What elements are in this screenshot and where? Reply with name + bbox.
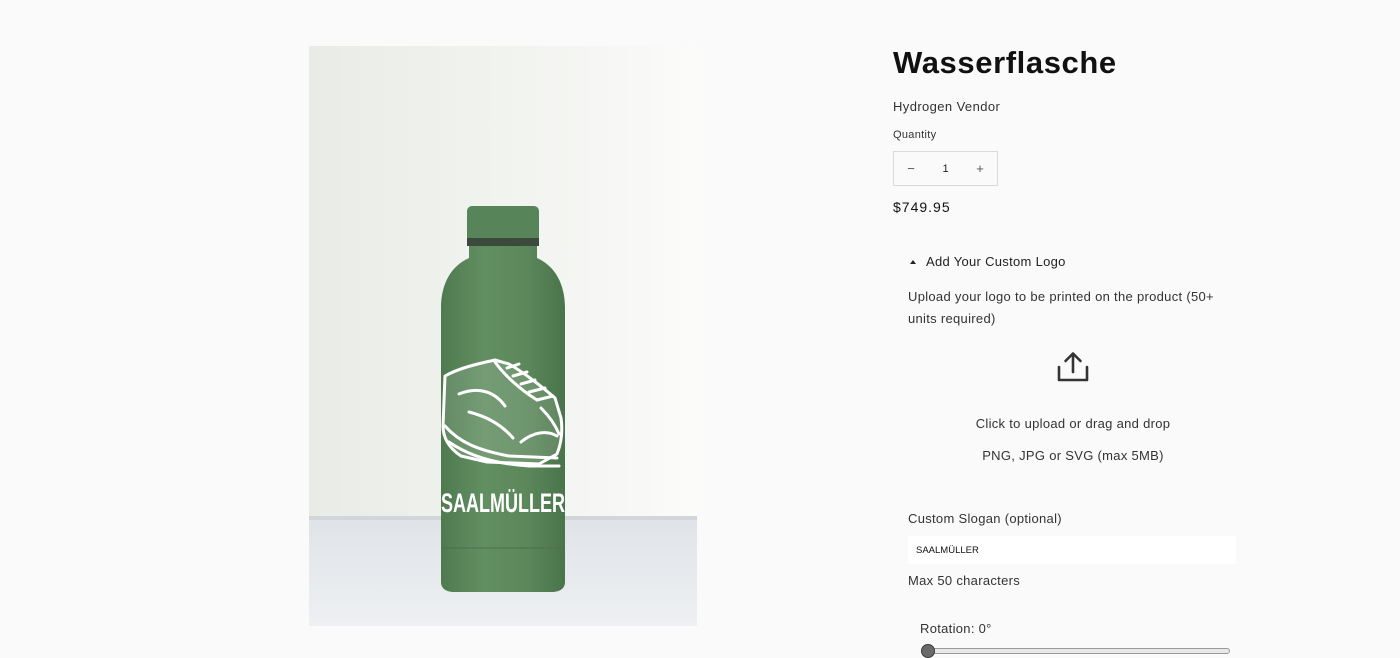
- upload-instruction: Click to upload or drag and drop: [975, 416, 1171, 431]
- quantity-label: Quantity: [893, 129, 937, 141]
- upload-file-hint: PNG, JPG or SVG (max 5MB): [982, 448, 1164, 463]
- rotation-slider[interactable]: [928, 648, 1230, 654]
- quantity-value[interactable]: 1: [928, 163, 963, 175]
- upload-icon: [1057, 352, 1089, 382]
- custom-logo-section: Add Your Custom Logo Upload your logo to…: [908, 254, 1238, 463]
- product-page: SAALMÜLLER Wasserflasche Hydrogen Vendor…: [0, 0, 1400, 658]
- quantity-increment-button[interactable]: +: [963, 152, 997, 185]
- slogan-label: Custom Slogan (optional): [908, 511, 1062, 526]
- product-title: Wasserflasche: [893, 45, 1117, 80]
- custom-logo-description: Upload your logo to be printed on the pr…: [908, 289, 1214, 326]
- product-image: SAALMÜLLER: [309, 46, 697, 626]
- bottle-print-text: SAALMÜLLER: [441, 488, 565, 518]
- product-price: $749.95: [893, 199, 951, 215]
- product-vendor: Hydrogen Vendor: [893, 99, 1001, 114]
- custom-logo-toggle[interactable]: Add Your Custom Logo: [908, 254, 1238, 269]
- rotation-label: Rotation: 0°: [920, 621, 992, 636]
- quantity-stepper: − 1 +: [893, 151, 998, 186]
- custom-logo-toggle-label: Add Your Custom Logo: [926, 254, 1066, 269]
- slogan-input[interactable]: [908, 536, 1236, 564]
- slogan-max-hint: Max 50 characters: [908, 573, 1021, 588]
- quantity-decrement-button[interactable]: −: [894, 152, 928, 185]
- logo-upload-dropzone[interactable]: Click to upload or drag and drop PNG, JP…: [908, 348, 1238, 478]
- caret-up-icon: [910, 259, 916, 264]
- rotation-slider-thumb[interactable]: [921, 644, 935, 658]
